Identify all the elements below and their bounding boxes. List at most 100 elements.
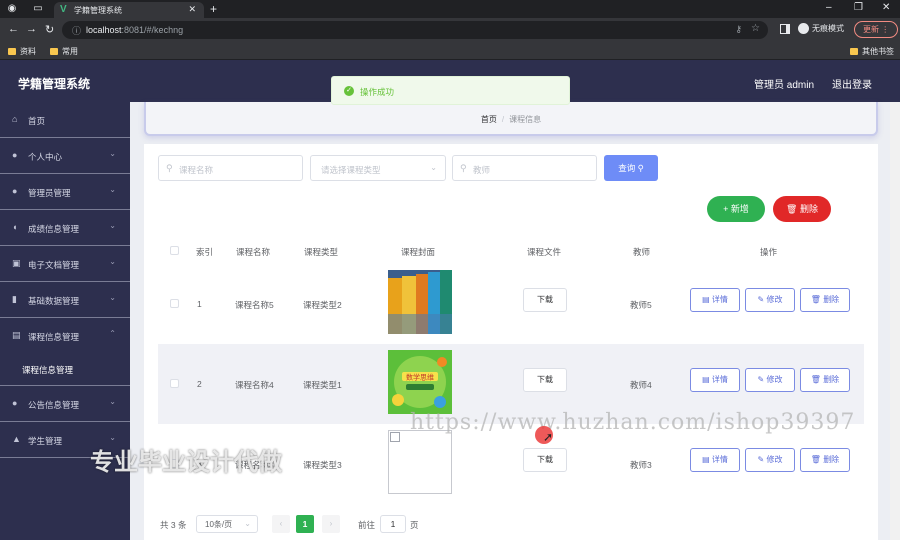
edit-button[interactable]: ✎ 修改 [745, 288, 795, 312]
sidebar-item-admin[interactable]: ● 管理员管理 ⌄ [0, 174, 130, 210]
trash-icon: 🗑 [810, 375, 821, 384]
bookmark-folder[interactable]: 资料 [8, 46, 36, 57]
reload-icon[interactable]: ↻ [45, 23, 54, 36]
key-icon[interactable]: ⚷ [735, 24, 742, 35]
cell-teacher: 教师3 [630, 460, 652, 470]
watermark-text: 专业毕业设计代做 [90, 449, 282, 476]
download-button[interactable]: 下载 [523, 368, 567, 392]
chevron-up-icon: ⌃ [109, 329, 116, 338]
doc-icon: ▤ [702, 375, 710, 384]
trash-icon: 🗑 [810, 455, 821, 464]
course-cover-image: 数学思维 [388, 350, 452, 414]
cell-index: 1 [197, 299, 202, 309]
course-name-input[interactable]: ⚲ 课程名称 [158, 155, 303, 181]
minimize-icon[interactable]: – [826, 2, 832, 13]
breadcrumb-home[interactable]: 首页 [481, 115, 497, 124]
edit-label: 修改 [766, 295, 783, 304]
chevron-down-icon: ⌄ [430, 163, 437, 172]
tab-search-icon[interactable]: ▭ [32, 3, 44, 15]
select-all-checkbox[interactable] [170, 246, 179, 255]
sidebar-subitem-course-info[interactable]: 课程信息管理 [0, 352, 130, 386]
next-page-icon[interactable]: › [322, 515, 340, 533]
row-delete-button[interactable]: 🗑 删除 [800, 448, 850, 472]
sidebar-item-label: 管理员管理 [28, 188, 71, 198]
tab-close-icon[interactable]: ✕ [188, 4, 196, 15]
course-type-placeholder: 请选择课程类型 [321, 165, 381, 175]
window-close-icon[interactable]: ✕ [882, 2, 890, 13]
goto-page-input[interactable]: 1 [380, 515, 406, 533]
info-icon[interactable]: ⓘ [72, 24, 81, 37]
chevron-down-icon: ⌄ [109, 185, 116, 194]
sidebar-item-home[interactable]: ⌂ 首页 [0, 102, 130, 138]
row-delete-button[interactable]: 🗑 删除 [800, 368, 850, 392]
sidebar-item-grades[interactable]: ◖ 成绩信息管理 ⌄ [0, 210, 130, 246]
sidebar-item-documents[interactable]: ▣ 电子文档管理 ⌄ [0, 246, 130, 282]
new-tab-icon[interactable]: + [210, 2, 217, 16]
bookmark-folder[interactable]: 常用 [50, 46, 78, 57]
forward-icon[interactable]: → [26, 23, 37, 35]
browser-menu-icon[interactable]: ◉ [6, 3, 18, 15]
header-course-file: 课程文件 [527, 247, 562, 257]
incognito-icon [798, 23, 809, 35]
row-checkbox[interactable] [170, 379, 179, 388]
header-course-cover: 课程封面 [401, 247, 436, 257]
sidebar-item-notice[interactable]: ● 公告信息管理 ⌄ [0, 386, 130, 422]
sidebar-item-profile[interactable]: ● 个人中心 ⌄ [0, 138, 130, 174]
url-field[interactable]: ⓘ localhost:8081/#/kechng ⚷ ☆ [62, 21, 768, 39]
maximize-icon[interactable]: ❐ [854, 2, 863, 13]
search-icon: ⚲ [460, 163, 467, 173]
sidebar-item-basic-data[interactable]: ▮ 基础数据管理 ⌄ [0, 282, 130, 318]
app-title: 学籍管理系统 [18, 77, 91, 91]
teacher-input[interactable]: ⚲ 教师 [452, 155, 597, 181]
download-button[interactable]: 下载 [523, 288, 567, 312]
back-icon[interactable]: ← [8, 23, 19, 35]
edit-icon: ✎ [757, 375, 765, 384]
detail-button[interactable]: ▤ 详情 [690, 368, 740, 392]
address-bar: ← → ↻ ⓘ localhost:8081/#/kechng ⚷ ☆ 无痕模式… [0, 18, 900, 42]
header-actions: 操作 [760, 247, 778, 257]
page-size-select[interactable]: 10条/页 ⌄ [196, 515, 258, 533]
edit-button[interactable]: ✎ 修改 [745, 448, 795, 472]
breadcrumb-container: 首页 / 课程信息 [144, 102, 878, 136]
row-checkbox[interactable] [170, 299, 179, 308]
detail-button[interactable]: ▤ 详情 [690, 288, 740, 312]
chevron-down-icon: ⌄ [109, 149, 116, 158]
sidebar-item-course[interactable]: ▤ 课程信息管理 ⌃ [0, 318, 130, 354]
doc-icon: ▣ [12, 258, 21, 268]
detail-label: 详情 [711, 295, 728, 304]
row-delete-label: 删除 [823, 455, 840, 464]
sidebar-item-label: 电子文档管理 [28, 260, 80, 270]
add-button[interactable]: + 新增 [707, 196, 765, 222]
browser-tab-active[interactable]: V 学籍管理系统 ✕ [54, 2, 204, 18]
side-panel-icon[interactable] [780, 24, 790, 34]
delete-label: 删除 [799, 204, 818, 214]
table-row: 1 课程名称5 课程类型2 下载 教师5 ▤ 详情 ✎ 修改 🗑 删除 [158, 264, 864, 344]
edit-button[interactable]: ✎ 修改 [745, 368, 795, 392]
doc-icon: ▤ [702, 295, 710, 304]
logout-link[interactable]: 退出登录 [832, 76, 872, 91]
row-delete-button[interactable]: 🗑 删除 [800, 288, 850, 312]
header-course-type: 课程类型 [304, 247, 339, 257]
plus-icon: + [723, 204, 729, 214]
bookmark-star-icon[interactable]: ☆ [751, 23, 760, 34]
url-text: localhost:8081/#/kechng [86, 25, 184, 35]
browser-tab-bar: ◉ ▭ V 学籍管理系统 ✕ + – ❐ ✕ [0, 0, 900, 18]
prev-page-icon[interactable]: ‹ [272, 515, 290, 533]
detail-label: 详情 [711, 455, 728, 464]
page-scrollbar[interactable] [890, 102, 900, 540]
header-teacher: 教师 [633, 247, 651, 257]
incognito-indicator[interactable]: 无痕模式 [798, 23, 844, 35]
detail-button[interactable]: ▤ 详情 [690, 448, 740, 472]
batch-delete-button[interactable]: 🗑 删除 [773, 196, 831, 222]
download-button[interactable]: 下载 [523, 448, 567, 472]
current-page[interactable]: 1 [296, 515, 314, 533]
cell-course-type: 课程类型3 [303, 460, 342, 470]
home-icon: ⌂ [12, 114, 18, 124]
trash-icon: 🗑 [786, 204, 798, 214]
cell-course-type: 课程类型1 [303, 380, 342, 390]
course-type-select[interactable]: 请选择课程类型 ⌄ [310, 155, 446, 181]
other-bookmarks[interactable]: 其他书签 [850, 46, 894, 57]
query-button[interactable]: 查询 ⚲ [604, 155, 658, 181]
update-button[interactable]: 更新 ⋮ [854, 21, 898, 38]
breadcrumb: 首页 / 课程信息 [146, 114, 876, 125]
